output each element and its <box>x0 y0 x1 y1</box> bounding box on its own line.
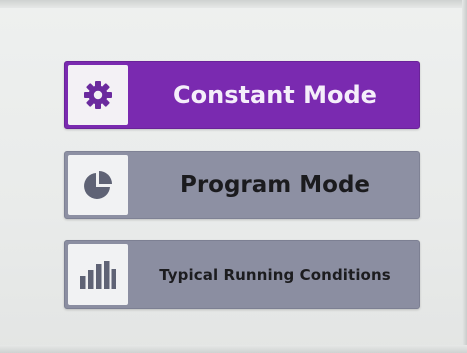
pie-chart-icon <box>84 171 112 199</box>
program-mode-button[interactable]: Program Mode <box>64 151 420 219</box>
typical-running-conditions-icon-box <box>68 244 128 305</box>
touch-screen: Constant Mode Program Mode Typical Runni… <box>0 0 467 353</box>
program-mode-icon-box <box>68 155 128 215</box>
program-mode-label: Program Mode <box>179 172 371 198</box>
bar-chart-icon <box>80 260 116 289</box>
constant-mode-button[interactable]: Constant Mode <box>64 61 420 129</box>
constant-mode-icon-box <box>68 65 128 125</box>
constant-mode-label: Constant Mode <box>173 81 377 109</box>
screen-bezel-bottom <box>0 345 467 353</box>
screen-bezel-top <box>0 0 467 8</box>
screen-bezel-right <box>462 0 467 353</box>
typical-running-conditions-button[interactable]: Typical Running Conditions <box>64 240 420 309</box>
typical-running-conditions-label: Typical Running Conditions <box>159 265 391 284</box>
gear-icon <box>84 81 112 109</box>
